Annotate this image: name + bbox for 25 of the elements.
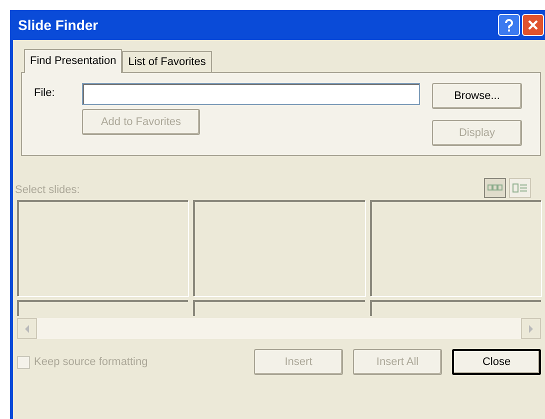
slide-thumbnail[interactable] [193, 200, 365, 296]
list-view-icon [512, 183, 528, 193]
slide-thumbnail[interactable] [370, 200, 541, 296]
close-icon [527, 19, 539, 31]
file-label: File: [34, 86, 56, 101]
file-input-field[interactable] [82, 83, 420, 105]
dialog-button[interactable]: Browse... [432, 83, 522, 109]
scroll-right-button[interactable] [521, 318, 541, 339]
view-toggle[interactable] [509, 178, 531, 198]
checkbox-label: Keep source formatting [34, 354, 148, 370]
help-button[interactable] [498, 14, 520, 36]
help-icon [504, 18, 514, 32]
left-arrow-icon [24, 324, 30, 332]
scroll-left-button[interactable] [17, 318, 37, 339]
slide-thumbnail[interactable] [17, 200, 188, 296]
horizontal-scrollbar[interactable] [17, 318, 541, 339]
window-title: Slide Finder [18, 16, 98, 34]
select-slides-label: Select slides: [15, 182, 80, 198]
close-button[interactable] [522, 14, 544, 36]
thumbnails-icon [487, 183, 503, 193]
right-arrow-icon [528, 324, 534, 332]
tab[interactable]: Find Presentation [24, 49, 122, 73]
view-toggle[interactable] [484, 178, 506, 198]
dialog-button[interactable]: Close [452, 349, 541, 375]
tab[interactable]: List of Favorites [122, 51, 212, 72]
